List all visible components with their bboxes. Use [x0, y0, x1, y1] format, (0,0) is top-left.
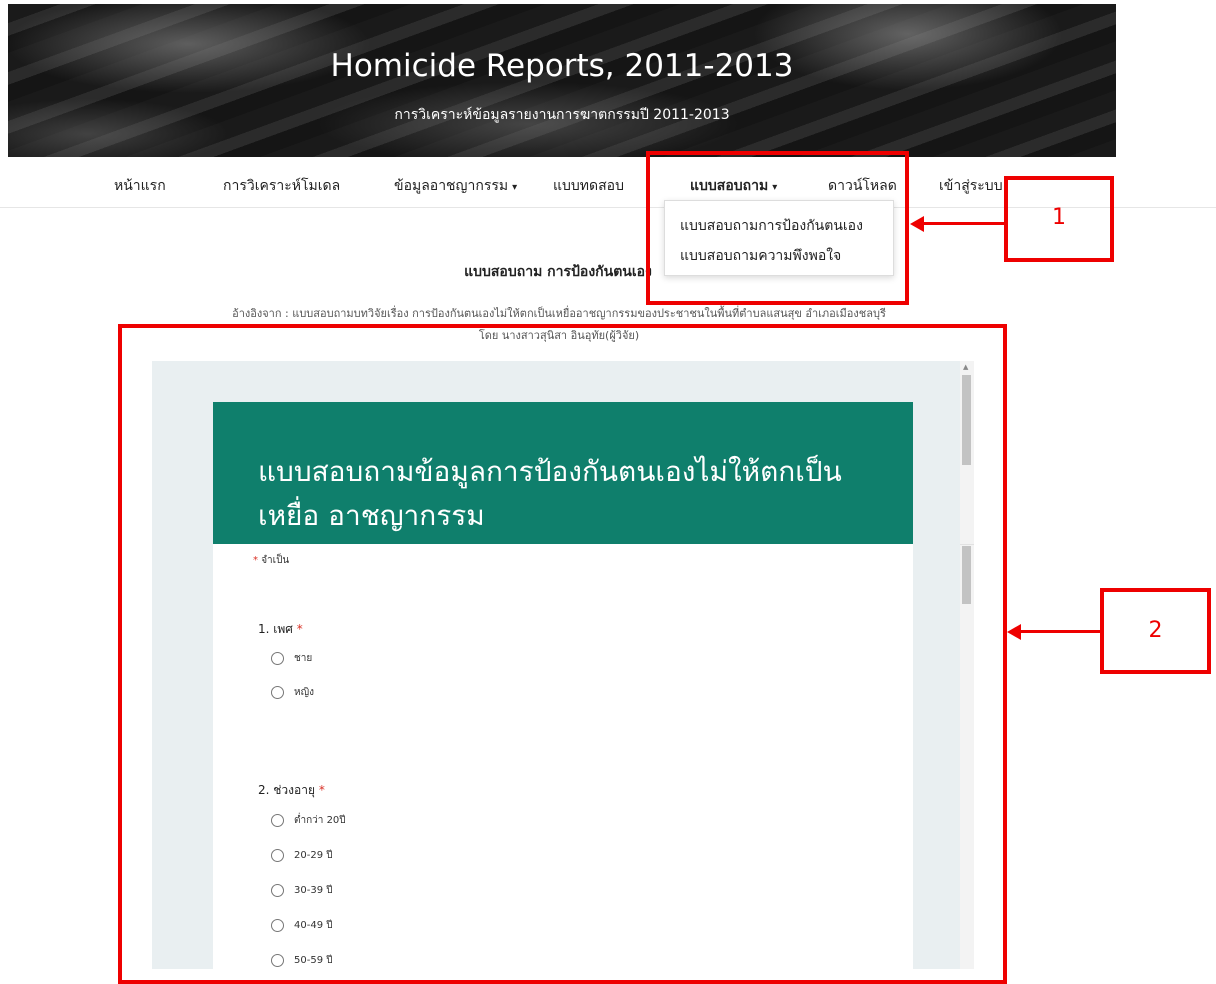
annotation-arrow-line: [1019, 630, 1103, 633]
nav-home[interactable]: หน้าแรก: [114, 175, 166, 197]
annotation-box-form: [118, 324, 1007, 984]
nav-crime-data[interactable]: ข้อมูลอาชญากรรม ▾: [394, 175, 517, 197]
site-subtitle: การวิเคราะห์ข้อมูลรายงานการฆาตกรรมปี 201…: [394, 107, 730, 123]
annotation-label-2: 2: [1148, 618, 1163, 643]
page-title: แบบสอบถาม การป้องกันตนเอง: [464, 264, 652, 280]
hero-banner: Homicide Reports, 2011-2013 การวิเคราะห์…: [8, 4, 1116, 157]
nav-test[interactable]: แบบทดสอบ: [553, 175, 624, 197]
nav-login[interactable]: เข้าสู่ระบบ: [939, 175, 1003, 197]
annotation-label-1: 1: [1052, 205, 1066, 230]
site-title: Homicide Reports, 2011-2013: [330, 48, 794, 84]
nav-model-analysis[interactable]: การวิเคราะห์โมเดล: [223, 175, 340, 197]
annotation-box-dropdown: [646, 151, 909, 305]
chevron-down-icon: ▾: [512, 182, 518, 193]
annotation-arrow-line: [922, 222, 1005, 225]
